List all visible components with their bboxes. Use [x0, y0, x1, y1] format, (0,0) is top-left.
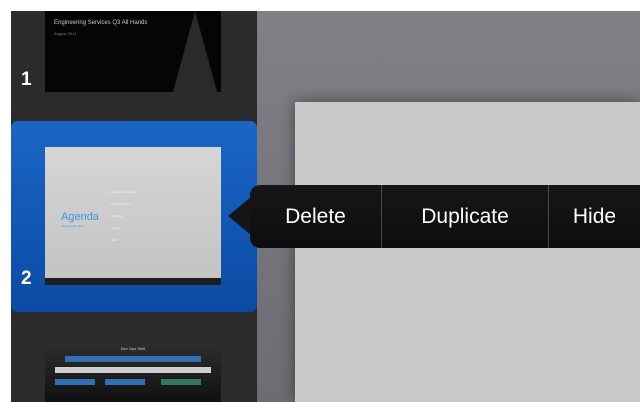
slide-2-subtitle: Wednesday 2014 — [61, 224, 85, 228]
agenda-item: Q&A — [111, 238, 118, 242]
delete-button[interactable]: Delete — [250, 185, 381, 248]
slide-3-banner — [65, 356, 201, 362]
slide-context-menu: Delete Duplicate Hide — [250, 185, 640, 248]
slide-2-footer-bar — [45, 278, 221, 285]
slide-3-title: Dev Ops Shift — [120, 346, 146, 351]
slide-3-box — [105, 379, 145, 385]
agenda-item: Awards — [111, 226, 121, 230]
slide-thumbnail-2[interactable]: Agenda Wednesday 2014 Executive Update K… — [45, 147, 221, 285]
duplicate-button[interactable]: Duplicate — [382, 185, 548, 248]
slide-3-bar — [55, 367, 211, 373]
hide-button[interactable]: Hide — [549, 185, 640, 248]
keynote-app: Engineering Services Q3 All Hands August… — [11, 11, 640, 402]
slide-3-box — [55, 379, 95, 385]
agenda-item: Executive Update — [111, 190, 135, 194]
slide-2-title: Agenda — [61, 211, 99, 223]
slide-3-box — [161, 379, 201, 385]
current-slide[interactable] — [295, 102, 640, 402]
slide-navigator[interactable]: Engineering Services Q3 All Hands August… — [11, 11, 257, 402]
slide-number-2: 2 — [21, 268, 32, 289]
slide-number-1: 1 — [21, 69, 32, 90]
slide-thumbnail-3[interactable]: Dev Ops Shift — [45, 341, 221, 402]
agenda-item: Key Initiatives — [111, 202, 130, 206]
agenda-item: Q3 Wins — [111, 214, 123, 218]
slide-thumbnail-1[interactable]: Engineering Services Q3 All Hands August… — [45, 11, 221, 92]
slide-1-decoration — [173, 11, 217, 92]
popover-arrow — [228, 197, 251, 235]
